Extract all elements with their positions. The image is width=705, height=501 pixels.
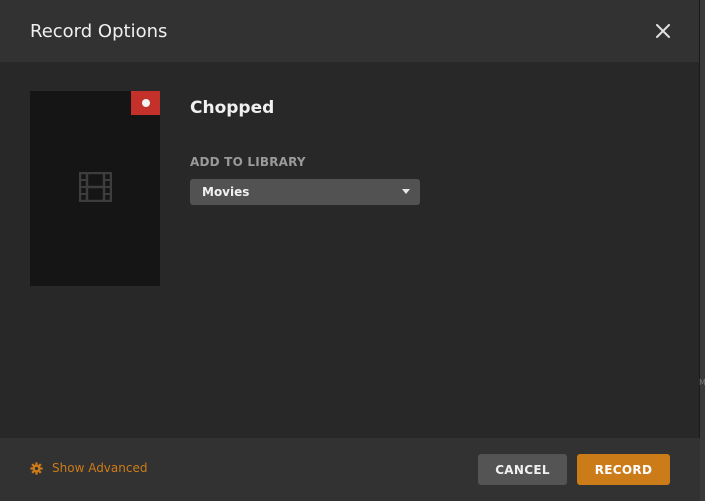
record-button[interactable]: RECORD xyxy=(577,454,670,485)
cancel-button[interactable]: CANCEL xyxy=(478,454,567,485)
show-advanced-label: Show Advanced xyxy=(52,461,148,475)
caret-down-icon xyxy=(402,189,410,194)
gear-icon xyxy=(30,461,43,475)
library-label: ADD TO LIBRARY xyxy=(190,155,306,169)
poster-placeholder xyxy=(30,91,160,286)
close-button[interactable] xyxy=(653,21,673,41)
item-title: Chopped xyxy=(190,98,275,118)
background-edge-text: M xyxy=(699,378,705,387)
record-badge xyxy=(131,91,160,115)
record-options-dialog: Record Options Chopped ADD TO LIBRARY Mo… xyxy=(0,0,700,501)
film-icon xyxy=(78,171,113,206)
library-select[interactable]: Movies xyxy=(190,179,420,205)
close-icon xyxy=(656,24,670,38)
show-advanced-link[interactable]: Show Advanced xyxy=(30,461,147,475)
dialog-footer: Show Advanced CANCEL RECORD xyxy=(0,438,700,501)
dialog-title: Record Options xyxy=(30,20,168,42)
library-select-value: Movies xyxy=(202,185,250,199)
record-dot-icon xyxy=(141,99,150,107)
dialog-header: Record Options xyxy=(0,0,699,62)
dialog-body: Chopped ADD TO LIBRARY Movies xyxy=(0,62,699,438)
